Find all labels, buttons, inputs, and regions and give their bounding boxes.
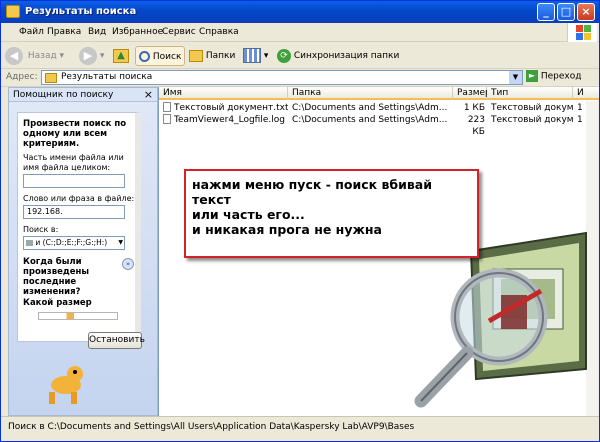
window-title: Результаты поиска xyxy=(25,6,137,17)
windows-logo-icon xyxy=(567,23,597,42)
toolbar: ◀ Назад ▾ ▶ ▾ ▲ Поиск Папки ▾ ⟳ Синхрони… xyxy=(1,43,599,69)
sync-button[interactable]: ⟳ Синхронизация папки xyxy=(277,46,399,66)
file-type: Текстовый документ xyxy=(491,115,573,125)
menu-file[interactable]: Файл xyxy=(19,27,44,37)
search-criteria-panel: Произвести поиск по одному или всем крит… xyxy=(17,112,141,342)
search-heading: Произвести поиск по одному или всем крит… xyxy=(23,119,127,149)
column-extra[interactable]: И xyxy=(573,87,599,100)
search-in-label: Поиск в: xyxy=(23,225,59,234)
up-folder-button[interactable]: ▲ xyxy=(113,46,129,66)
forward-arrow-icon: ▶ xyxy=(79,46,97,65)
search-pane-header: Помощник по поиску × xyxy=(9,88,157,102)
menu-view[interactable]: Вид xyxy=(88,27,106,37)
stop-button[interactable]: Остановить xyxy=(88,332,145,349)
search-in-select[interactable]: и (C:;D:;E:;F:;G:;H:) ▼ xyxy=(23,236,125,250)
search-progress-bar xyxy=(38,312,118,320)
filename-input[interactable] xyxy=(23,174,125,188)
maximize-button[interactable]: □ xyxy=(557,3,575,21)
search-companion-pane: Помощник по поиску × Произвести поиск по… xyxy=(8,87,158,416)
views-button[interactable]: ▾ xyxy=(243,46,268,66)
close-button[interactable]: × xyxy=(577,3,595,21)
address-bar: Адрес: Результаты поиска ▼ ► Переход xyxy=(1,69,599,87)
file-folder: C:\Documents and Settings\Adm... xyxy=(292,103,448,113)
chevron-down-icon[interactable]: ▼ xyxy=(509,71,522,84)
menu-bar: Файл Правка Вид Избранное Сервис Справка xyxy=(1,23,599,42)
search-icon xyxy=(139,51,150,62)
status-bar: Поиск в C:\Documents and Settings\All Us… xyxy=(1,416,599,441)
folders-icon xyxy=(189,49,203,62)
column-name[interactable]: Имя xyxy=(159,87,288,100)
close-icon[interactable]: × xyxy=(144,88,153,101)
filename-label: Часть имени файла или имя файла целиком: xyxy=(23,153,124,172)
title-bar[interactable]: Результаты поиска _ □ × xyxy=(1,1,599,23)
annotation-callout: нажми меню пуск - поиск вбивай текст или… xyxy=(184,169,479,258)
results-list: Имя Папка Размер Тип И Текстовый докумен… xyxy=(158,87,599,416)
drive-icon xyxy=(26,240,33,246)
file-name: Текстовый документ.txt xyxy=(174,103,288,113)
column-type[interactable]: Тип xyxy=(487,87,573,100)
up-folder-icon: ▲ xyxy=(113,48,129,63)
menu-tools[interactable]: Сервис xyxy=(162,27,196,37)
explorer-window: Результаты поиска _ □ × Файл Правка Вид … xyxy=(0,0,600,442)
search-pane-title: Помощник по поиску xyxy=(13,90,114,100)
callout-line: и никакая прога не нужна xyxy=(192,222,382,237)
address-label: Адрес: xyxy=(6,72,38,82)
sync-icon: ⟳ xyxy=(277,48,291,63)
search-dog-icon xyxy=(43,364,87,406)
file-size: 223 КБ xyxy=(467,115,485,137)
menu-edit[interactable]: Правка xyxy=(47,27,81,37)
expand-chevron-icon[interactable]: » xyxy=(122,258,134,270)
column-folder[interactable]: Папка xyxy=(288,87,453,100)
phrase-label: Слово или фраза в файле: xyxy=(23,194,135,203)
folders-button[interactable]: Папки xyxy=(189,46,235,66)
chevron-down-icon: ▼ xyxy=(118,239,123,246)
phrase-input[interactable]: 192.168. xyxy=(23,205,125,219)
modified-label: Когда были произведены последние изменен… xyxy=(23,257,90,297)
column-size[interactable]: Размер xyxy=(453,87,491,100)
back-button[interactable]: ◀ Назад ▾ xyxy=(5,46,64,66)
minimize-button[interactable]: _ xyxy=(537,3,555,21)
folder-icon xyxy=(45,73,57,83)
views-icon xyxy=(243,48,261,63)
back-arrow-icon: ◀ xyxy=(5,46,23,65)
size-label: Какой размер xyxy=(23,298,92,308)
file-type: Текстовый документ xyxy=(491,103,573,113)
text-file-icon xyxy=(163,114,171,124)
file-folder: C:\Documents and Settings\Adm... xyxy=(292,115,448,125)
go-arrow-icon: ► xyxy=(526,70,538,82)
file-size: 1 КБ xyxy=(463,103,485,113)
callout-line: нажми меню пуск - поиск вбивай текст xyxy=(192,177,432,207)
search-button[interactable]: Поиск xyxy=(135,46,185,66)
go-button[interactable]: ► Переход xyxy=(526,70,590,85)
folder-icon xyxy=(6,5,20,18)
file-name: TeamViewer4_Logfile.log xyxy=(174,115,285,125)
address-input[interactable]: Результаты поиска ▼ xyxy=(41,70,523,85)
address-value: Результаты поиска xyxy=(61,72,153,82)
text-file-icon xyxy=(163,102,171,112)
status-text: Поиск в C:\Documents and Settings\All Us… xyxy=(8,422,415,432)
menu-help[interactable]: Справка xyxy=(199,27,239,37)
menu-favorites[interactable]: Избранное xyxy=(112,27,163,37)
callout-line: или часть его... xyxy=(192,207,305,222)
forward-button[interactable]: ▶ ▾ xyxy=(79,46,104,66)
